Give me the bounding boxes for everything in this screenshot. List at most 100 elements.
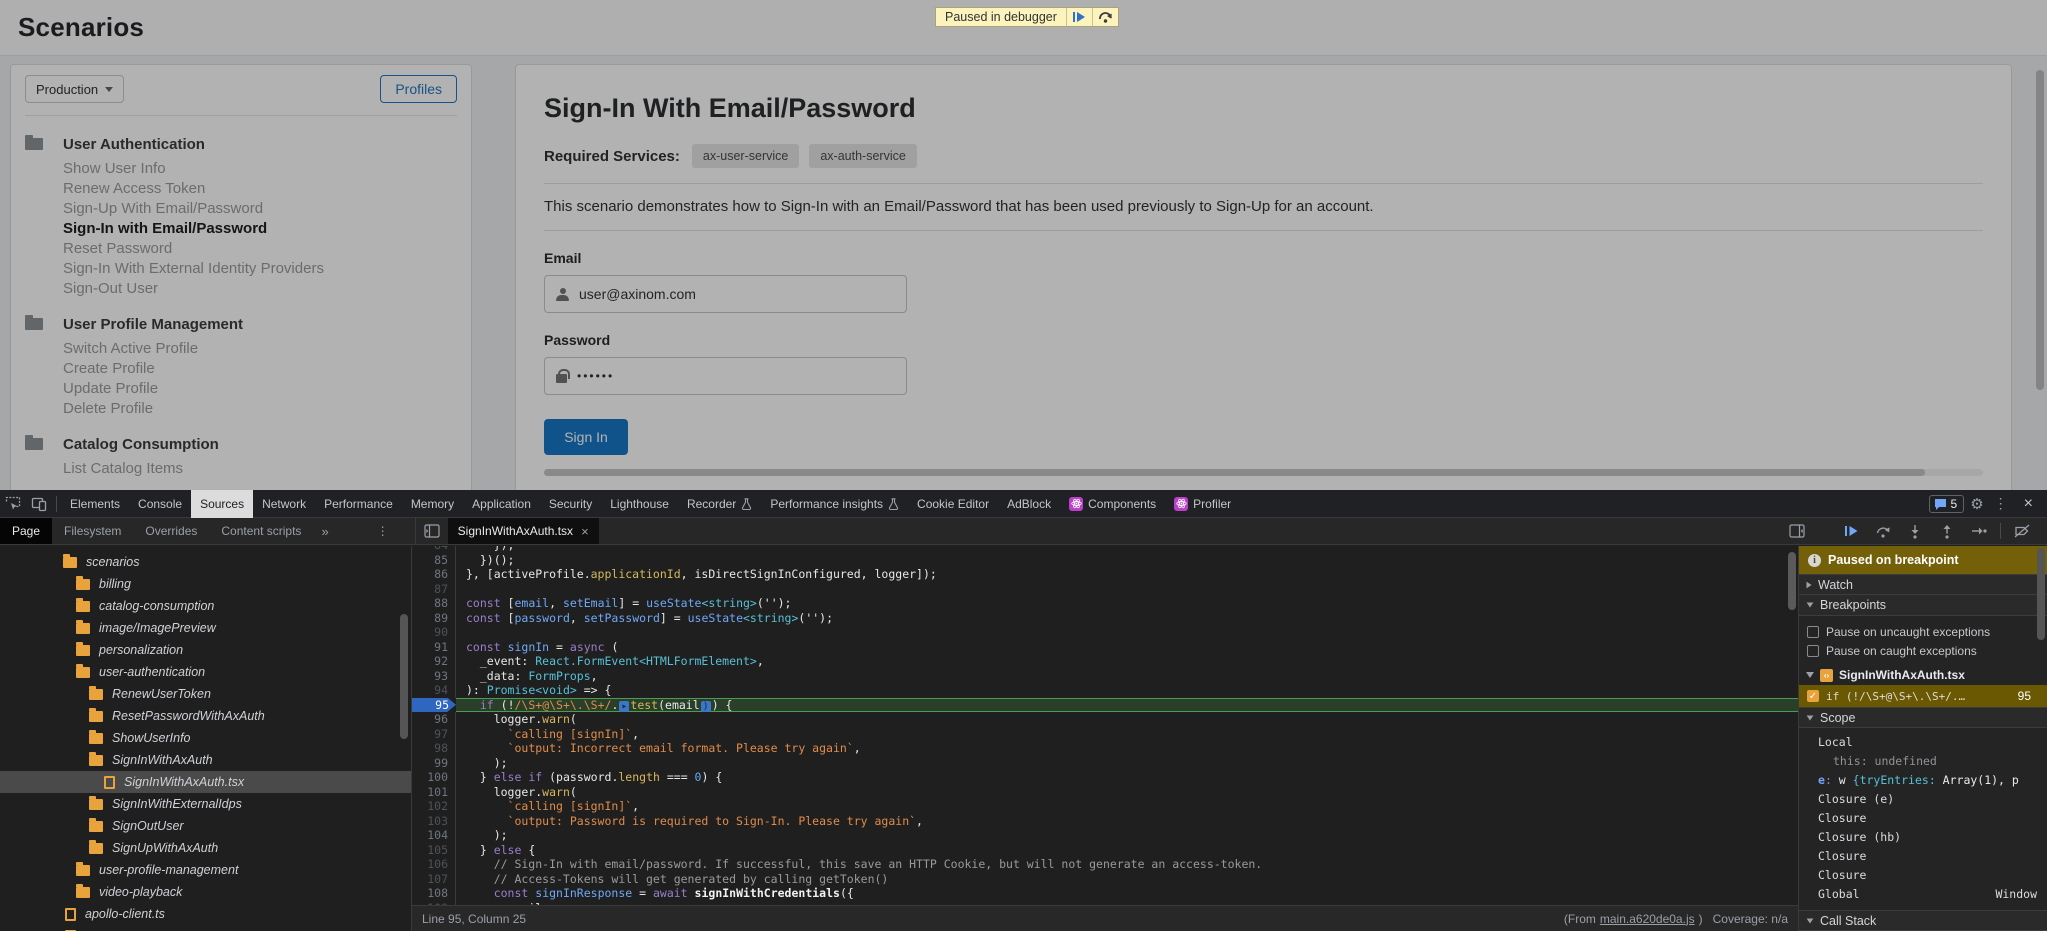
step-over-icon[interactable]	[1092, 8, 1118, 26]
deactivate-breakpoints-icon[interactable]	[2007, 519, 2037, 543]
tree-item[interactable]: scenarios	[0, 551, 411, 573]
code-text[interactable]: logger.warn(	[456, 712, 1798, 727]
pause-uncaught-checkbox[interactable]	[1807, 626, 1819, 638]
code-text[interactable]: `output: Password is required to Sign-In…	[456, 814, 1798, 829]
gear-icon[interactable]: ⚙	[1970, 495, 1983, 513]
line-number[interactable]: 90	[412, 625, 456, 640]
tree-item[interactable]: apollo-client.ts	[0, 903, 411, 925]
scope-row[interactable]: Local	[1799, 732, 2047, 751]
issues-counter[interactable]: 5	[1929, 495, 1965, 513]
step-over-icon[interactable]	[1868, 519, 1898, 543]
code-text[interactable]: );	[456, 828, 1798, 843]
line-number[interactable]: 99	[412, 756, 456, 771]
line-number[interactable]: 106	[412, 857, 456, 872]
tree-item[interactable]: personalization	[0, 639, 411, 661]
navigator-tab[interactable]: Page	[0, 518, 52, 544]
code-text[interactable]: _event: React.FormEvent<HTMLFormElement>…	[456, 654, 1798, 669]
tree-item[interactable]: SignInWithAxAuth	[0, 749, 411, 771]
navigator-menu-icon[interactable]: ⋮	[337, 518, 415, 544]
navigator-tab[interactable]: Content scripts	[209, 518, 313, 544]
tree-scrollbar[interactable]	[400, 614, 408, 739]
code-text[interactable]: _data: FormProps,	[456, 669, 1798, 684]
code-text[interactable]: `output: Incorrect email format. Please …	[456, 741, 1798, 756]
line-number[interactable]: 94	[412, 683, 456, 698]
line-number[interactable]: 89	[412, 611, 456, 626]
tree-item[interactable]: image/ImagePreview	[0, 617, 411, 639]
line-number[interactable]: 91	[412, 640, 456, 655]
devtools-tab[interactable]: Performance	[315, 490, 402, 518]
devtools-tab[interactable]: Application	[463, 490, 540, 518]
breakpoint-checkbox[interactable]: ✓	[1807, 690, 1819, 702]
line-number[interactable]: 97	[412, 727, 456, 742]
line-number[interactable]: 93	[412, 669, 456, 684]
editor-scrollbar[interactable]	[1788, 552, 1796, 610]
scope-row[interactable]: e: w {tryEntries: Array(1), p	[1799, 770, 2047, 789]
scope-row[interactable]: Closure (hb)	[1799, 827, 2047, 846]
code-text[interactable]: const [password, setPassword] = useState…	[456, 611, 1798, 626]
inspect-element-icon[interactable]	[0, 492, 26, 516]
tree-item[interactable]: billing	[0, 573, 411, 595]
devtools-tab[interactable]: Memory	[402, 490, 463, 518]
scope-row[interactable]: Closure (e)	[1799, 789, 2047, 808]
devtools-tab[interactable]: Console	[129, 490, 191, 518]
more-options-icon[interactable]: ⋮	[1990, 495, 2012, 512]
line-number[interactable]: 100	[412, 770, 456, 785]
line-number[interactable]: 95	[412, 698, 456, 713]
tree-item[interactable]: RenewUserToken	[0, 683, 411, 705]
code-text[interactable]: } else {	[456, 843, 1798, 858]
tree-item[interactable]: SignInWithExternalIdps	[0, 793, 411, 815]
code-text[interactable]: logger.warn(	[456, 785, 1798, 800]
show-debugger-sidebar-icon[interactable]	[1782, 519, 1812, 543]
line-number[interactable]: 92	[412, 654, 456, 669]
code-text[interactable]: } else if (password.length === 0) {	[456, 770, 1798, 785]
tree-item[interactable]: ResetPasswordWithAxAuth	[0, 705, 411, 727]
scope-row[interactable]: Closure	[1799, 808, 2047, 827]
line-number[interactable]: 107	[412, 872, 456, 887]
devtools-tab[interactable]: Profiler	[1165, 490, 1240, 518]
line-number[interactable]: 104	[412, 828, 456, 843]
sidebar-scrollbar[interactable]	[2037, 548, 2045, 640]
code-text[interactable]: );	[456, 756, 1798, 771]
devtools-tab[interactable]: Security	[540, 490, 601, 518]
editor-tab[interactable]: SignInWithAxAuth.tsx ×	[448, 518, 599, 544]
code-text[interactable]: const [email, setEmail] = useState<strin…	[456, 596, 1798, 611]
line-number[interactable]: 85	[412, 553, 456, 568]
line-number[interactable]: 105	[412, 843, 456, 858]
watch-section-header[interactable]: Watch	[1799, 574, 2047, 595]
tree-item[interactable]: SignUpWithAxAuth	[0, 837, 411, 859]
code-text[interactable]: `calling [signIn]`,	[456, 799, 1798, 814]
source-map-link[interactable]: main.a620de0a.js	[1600, 912, 1695, 926]
devtools-tab[interactable]: Network	[253, 490, 315, 518]
line-number[interactable]: 103	[412, 814, 456, 829]
code-text[interactable]: if (!/\S+@\S+\.\S+/.▸test(email)) {	[456, 698, 1798, 713]
line-number[interactable]: 102	[412, 799, 456, 814]
tree-item[interactable]: video-playback	[0, 881, 411, 903]
close-icon[interactable]: ×	[2018, 495, 2039, 513]
devtools-tab[interactable]: Performance insights	[761, 490, 908, 518]
hide-navigator-icon[interactable]	[415, 518, 448, 544]
code-text[interactable]: const signInResponse = await signInWithC…	[456, 886, 1798, 901]
breakpoints-section-header[interactable]: Breakpoints	[1799, 595, 2047, 616]
code-text[interactable]	[456, 582, 1798, 597]
code-text[interactable]: // Sign-In with email/password. If succe…	[456, 857, 1798, 872]
device-toolbar-icon[interactable]	[26, 492, 52, 516]
code-text[interactable]: const signIn = async (	[456, 640, 1798, 655]
line-number[interactable]: 86	[412, 567, 456, 582]
line-number[interactable]: 101	[412, 785, 456, 800]
scope-row[interactable]: Closure	[1799, 846, 2047, 865]
pause-caught-checkbox[interactable]	[1807, 645, 1819, 657]
code-text[interactable]: `calling [signIn]`,	[456, 727, 1798, 742]
devtools-tab[interactable]: Sources	[191, 490, 253, 518]
more-tabs-icon[interactable]: »	[313, 518, 336, 544]
navigator-tab[interactable]: Filesystem	[52, 518, 133, 544]
breakpoint-entry[interactable]: ✓ if (!/\S+@\S+\.\S+/.… 95	[1799, 685, 2047, 707]
scope-section-header[interactable]: Scope	[1799, 707, 2047, 728]
tree-item[interactable]: SignOutUser	[0, 815, 411, 837]
tree-item[interactable]: catalog-consumption	[0, 595, 411, 617]
devtools-tab[interactable]: Cookie Editor	[908, 490, 998, 518]
resume-script-execution-icon[interactable]	[1836, 519, 1866, 543]
devtools-tab[interactable]: Components	[1060, 490, 1165, 518]
scope-row[interactable]: this: undefined	[1799, 751, 2047, 770]
tree-item[interactable]: user-authentication	[0, 661, 411, 683]
call-stack-section-header[interactable]: Call Stack	[1799, 910, 2047, 931]
